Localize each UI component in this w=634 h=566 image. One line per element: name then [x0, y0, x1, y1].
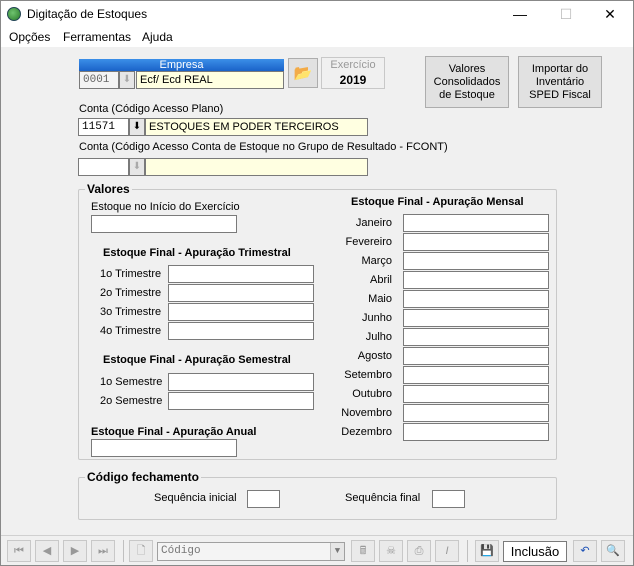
mes-9-label: Setembro [344, 369, 392, 381]
mes-3-input[interactable] [403, 252, 549, 270]
conta-fcont-label: Conta (Código Acesso Conta de Estoque no… [79, 141, 448, 153]
seq-final-input[interactable] [432, 490, 465, 508]
search-field-combo[interactable]: Código ▼ [157, 542, 345, 561]
last-record-icon[interactable]: ⏭ [91, 540, 115, 562]
trimestre-2-input[interactable] [168, 284, 314, 302]
anual-title: Estoque Final - Apuração Anual [91, 426, 257, 438]
prev-record-icon[interactable]: ◀ [35, 540, 59, 562]
semestre-2-input[interactable] [168, 392, 314, 410]
mes-11-input[interactable] [403, 404, 549, 422]
trimestre-3-input[interactable] [168, 303, 314, 321]
mes-9-input[interactable] [403, 366, 549, 384]
trimestre-2-label: 2o Trimestre [100, 287, 162, 299]
menu-opcoes[interactable]: Opções [9, 30, 50, 44]
mode-indicator: Inclusão [503, 541, 567, 562]
inicio-input[interactable] [91, 215, 237, 233]
empresa-name-field: Ecf/ Ecd REAL [136, 71, 284, 89]
folder-open-icon: 📂 [293, 64, 313, 82]
maximize-icon[interactable]: ☐ [543, 1, 589, 29]
menu-ferramentas[interactable]: Ferramentas [63, 30, 131, 44]
fechamento-title: Código fechamento [85, 470, 202, 484]
window-title: Digitação de Estoques [27, 7, 148, 21]
undo-icon[interactable]: ↶ [573, 540, 597, 562]
main-window: Digitação de Estoques — ☐ ✕ Opções Ferra… [0, 0, 634, 566]
conta-label: Conta (Código Acesso Plano) [79, 103, 224, 115]
mes-10-label: Outubro [352, 388, 392, 400]
conta-lookup-icon[interactable]: ⬇ [129, 118, 145, 136]
mes-3-label: Março [361, 255, 392, 267]
seq-inicial-label: Sequência inicial [154, 492, 237, 504]
navigation-toolbar: ⏮ ◀ ▶ ⏭ 🗋 Código ▼ 🖩 ☠ ⎙ I 💾 Inclusão ↶ … [1, 535, 633, 565]
save-icon[interactable]: 💾 [475, 540, 499, 562]
mes-11-label: Novembro [341, 407, 392, 419]
mes-4-input[interactable] [403, 271, 549, 289]
mes-12-input[interactable] [403, 423, 549, 441]
trimestre-3-label: 3o Trimestre [100, 306, 162, 318]
menu-bar: Opções Ferramentas Ajuda [1, 29, 633, 47]
mes-8-input[interactable] [403, 347, 549, 365]
mes-1-input[interactable] [403, 214, 549, 232]
search-field-combo-value: Código [161, 545, 201, 557]
importar-sped-button[interactable]: Importar do Inventário SPED Fiscal [518, 56, 602, 108]
mes-6-label: Junho [362, 312, 392, 324]
mes-4-label: Abril [369, 274, 392, 286]
seq-inicial-input[interactable] [247, 490, 280, 508]
title-bar: Digitação de Estoques — ☐ ✕ [1, 1, 633, 29]
mes-6-input[interactable] [403, 309, 549, 327]
trimestre-4-label: 4o Trimestre [100, 325, 162, 337]
empresa-code-field: 0001 [79, 71, 119, 89]
conta-description-field: ESTOQUES EM PODER TERCEIROS [145, 118, 368, 136]
valores-consolidados-button[interactable]: Valores Consolidados de Estoque [425, 56, 509, 108]
mes-5-label: Maio [368, 293, 392, 305]
conta-code-field[interactable]: 11571 [78, 118, 129, 136]
seq-final-label: Sequência final [345, 492, 421, 504]
print-icon[interactable]: ⎙ [407, 540, 431, 562]
first-record-icon[interactable]: ⏮ [7, 540, 31, 562]
mes-5-input[interactable] [403, 290, 549, 308]
exercicio-box: Exercício 2019 [321, 57, 385, 89]
trimestre-1-input[interactable] [168, 265, 314, 283]
chevron-down-icon[interactable]: ▼ [330, 543, 344, 560]
exercicio-year: 2019 [339, 73, 367, 87]
mensal-title: Estoque Final - Apuração Mensal [351, 196, 524, 208]
italic-icon[interactable]: I [435, 540, 459, 562]
mes-10-input[interactable] [403, 385, 549, 403]
next-record-icon[interactable]: ▶ [63, 540, 87, 562]
binoculars-icon[interactable]: 🔍 [601, 540, 625, 562]
semestral-title: Estoque Final - Apuração Semestral [103, 354, 291, 366]
semestre-2-label: 2o Semestre [100, 395, 163, 407]
toolbar-separator [467, 540, 468, 562]
trimestre-1-label: 1o Trimestre [100, 268, 162, 280]
delete-icon[interactable]: ☠ [379, 540, 403, 562]
mes-1-label: Janeiro [355, 217, 392, 229]
mes-7-label: Julho [365, 331, 392, 343]
menu-ajuda[interactable]: Ajuda [142, 30, 173, 44]
trimestre-4-input[interactable] [168, 322, 314, 340]
mes-12-label: Dezembro [341, 426, 392, 438]
empresa-header: Empresa [79, 59, 284, 71]
conta-fcont-lookup-icon: ⬇ [129, 158, 145, 176]
mes-2-input[interactable] [403, 233, 549, 251]
conta-fcont-description-field [145, 158, 368, 176]
valores-title: Valores [85, 182, 132, 196]
trimestral-title: Estoque Final - Apuração Trimestral [103, 247, 291, 259]
calculator-icon[interactable]: 🖩 [351, 540, 375, 562]
new-document-icon[interactable]: 🗋 [129, 540, 153, 562]
mes-7-input[interactable] [403, 328, 549, 346]
conta-fcont-code-field[interactable] [78, 158, 129, 176]
semestre-1-input[interactable] [168, 373, 314, 391]
close-icon[interactable]: ✕ [587, 1, 633, 29]
app-icon [7, 7, 21, 21]
anual-input[interactable] [91, 439, 237, 457]
exercicio-label: Exercício [330, 59, 376, 71]
mes-2-label: Fevereiro [345, 236, 392, 248]
inicio-label: Estoque no Início do Exercício [91, 201, 240, 213]
minimize-icon[interactable]: — [497, 1, 543, 29]
empresa-lookup-icon: ⬇ [119, 71, 135, 89]
open-folder-button[interactable]: 📂 [288, 58, 318, 88]
semestre-1-label: 1o Semestre [100, 376, 163, 388]
mes-8-label: Agosto [357, 350, 392, 362]
toolbar-separator [123, 540, 124, 562]
